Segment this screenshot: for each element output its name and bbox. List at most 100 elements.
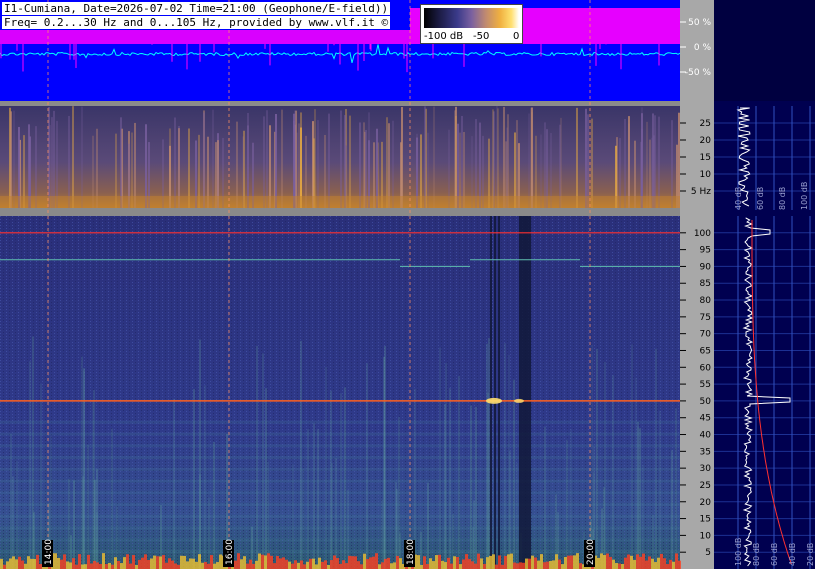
hf-gap: [498, 216, 500, 569]
hf-bottom-noise: [210, 555, 213, 569]
hf-bottom-noise: [657, 557, 660, 569]
hf-bottom-noise: [522, 562, 525, 569]
hf-bottom-noise: [27, 556, 30, 569]
hf-bottom-noise: [297, 562, 300, 569]
hf-bottom-noise: [105, 564, 108, 569]
hf-bottom-noise: [237, 553, 240, 569]
hf-bottom-noise: [666, 564, 669, 569]
hf-bottom-noise: [33, 558, 36, 569]
hf-band: [0, 491, 680, 495]
hf-tick-label: 25: [700, 481, 711, 491]
spectrogram-figure: 50 %0 %-50 %252015105 Hz1009590858075706…: [0, 0, 815, 569]
hf-bottom-noise: [615, 563, 618, 569]
hf-bottom-noise: [366, 559, 369, 569]
time-label: 20:00: [586, 539, 596, 565]
hf-band: [0, 550, 680, 554]
hf-tick-label: 100: [694, 229, 711, 239]
hf-bottom-noise: [69, 562, 72, 569]
hf-bottom-noise: [375, 553, 378, 569]
hf-bottom-noise: [171, 560, 174, 569]
hf-bottom-noise: [519, 562, 522, 569]
hf-bottom-noise: [675, 553, 678, 569]
hf-bottom-noise: [84, 564, 87, 569]
lf-tick-label: 20: [700, 136, 712, 146]
hf-burst: [486, 397, 502, 404]
hf-bottom-noise: [660, 553, 663, 569]
hf-tick-label: 55: [700, 380, 711, 390]
panel-divider-2: [0, 208, 680, 216]
hf-bottom-noise: [396, 555, 399, 569]
hf-bottom-noise: [309, 558, 312, 569]
hf-bottom-noise: [627, 554, 630, 569]
hf-bottom-noise: [606, 553, 609, 569]
hf-bottom-noise: [339, 563, 342, 569]
hf-bottom-noise: [252, 563, 255, 569]
hf-bottom-noise: [168, 558, 171, 569]
hf-bottom-noise: [387, 557, 390, 569]
colorbar: -100 dB -50 0: [420, 4, 523, 44]
hf-tick-label: 20: [700, 498, 712, 508]
hf-band: [0, 479, 680, 483]
hf-bottom-noise: [174, 563, 177, 569]
hf-bottom-noise: [486, 557, 489, 569]
hf-bottom-noise: [435, 555, 438, 569]
hf-bottom-noise: [432, 561, 435, 569]
hf-bottom-noise: [72, 558, 75, 569]
hf-bottom-noise: [372, 556, 375, 569]
waveform-tick-label: -50 %: [685, 68, 712, 78]
hf-bottom-noise: [246, 563, 249, 569]
hf-bottom-noise: [0, 558, 3, 569]
hf-gap: [519, 216, 531, 569]
waveform-tick-label: 0 %: [694, 43, 712, 53]
hf-bottom-noise: [183, 555, 186, 569]
hf-bottom-noise: [330, 560, 333, 569]
hf-bottom-noise: [111, 564, 114, 569]
hf-tick-label: 75: [700, 313, 711, 323]
hf-bottom-noise: [93, 560, 96, 569]
hf-bottom-noise: [126, 554, 129, 569]
hf-bottom-noise: [384, 558, 387, 569]
hf-bottom-noise: [150, 558, 153, 569]
hf-bottom-noise: [15, 559, 18, 569]
hf-bottom-noise: [363, 553, 366, 569]
hf-bottom-noise: [609, 556, 612, 569]
hf-bottom-noise: [57, 557, 60, 569]
hf-bottom-noise: [108, 562, 111, 569]
hf-bottom-noise: [267, 553, 270, 569]
hf-band: [0, 444, 680, 448]
waveform-tick-label: 50 %: [688, 18, 711, 28]
hf-side-label: 100 dB: [734, 538, 743, 566]
time-label: 16:00: [225, 539, 235, 565]
hf-bottom-noise: [465, 554, 468, 569]
hf-bottom-noise: [132, 555, 135, 569]
hf-tick-label: 10: [700, 531, 712, 541]
hf-bottom-noise: [3, 564, 6, 569]
hf-tick-label: 35: [700, 447, 711, 457]
hf-bottom-noise: [18, 556, 21, 569]
hf-bottom-noise: [318, 557, 321, 569]
hf-bottom-noise: [54, 553, 57, 569]
hf-tick-label: 80: [700, 296, 712, 306]
time-label: 18:00: [406, 539, 416, 565]
hf-bottom-noise: [381, 562, 384, 569]
hf-bottom-noise: [102, 553, 105, 569]
hf-bottom-noise: [36, 554, 39, 569]
hf-bottom-noise: [75, 564, 78, 569]
hf-bottom-noise: [324, 560, 327, 569]
hf-bottom-noise: [186, 561, 189, 569]
hf-bottom-noise: [333, 555, 336, 569]
hf-bottom-noise: [294, 560, 297, 569]
header-frequency-range: Freq= 0.2...30 Hz and 0...105 Hz, provid…: [2, 16, 391, 29]
hf-tick-label: 65: [700, 346, 711, 356]
hf-bottom-noise: [201, 562, 204, 569]
hf-bottom-noise: [156, 556, 159, 569]
hf-bottom-noise: [459, 564, 462, 569]
hf-bottom-noise: [537, 560, 540, 569]
hf-bottom-noise: [255, 560, 258, 569]
hf-bottom-noise: [612, 559, 615, 569]
hf-bottom-noise: [39, 564, 42, 569]
hf-bottom-noise: [213, 563, 216, 569]
hf-bottom-noise: [354, 556, 357, 569]
hf-band: [0, 467, 680, 471]
hf-bottom-noise: [243, 556, 246, 569]
